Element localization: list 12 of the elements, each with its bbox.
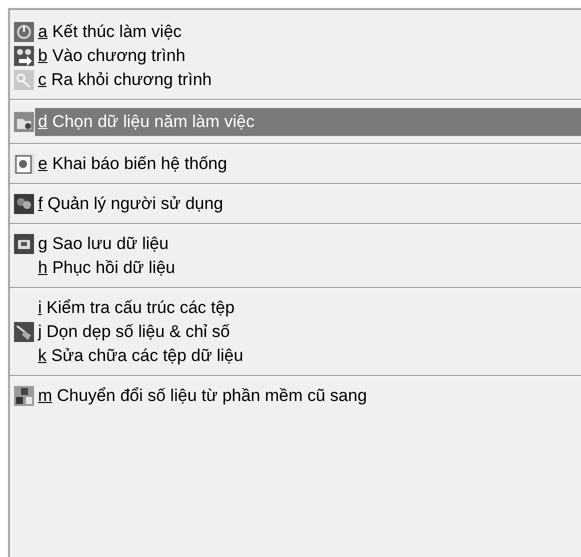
menu-item[interactable]: k Sửa chữa các tệp dữ liệu xyxy=(35,344,248,368)
menu-item[interactable]: f Quản lý người sử dụng xyxy=(35,192,228,216)
menu-item[interactable]: g Sao lưu dữ liệu xyxy=(35,232,173,256)
menu-item[interactable]: d Chọn dữ liệu năm làm việc xyxy=(35,108,581,136)
menu-item[interactable]: c Ra khỏi chương trình xyxy=(35,68,216,92)
menu-item[interactable]: b Vào chương trình xyxy=(35,44,190,68)
menu-item[interactable]: a Kết thúc làm việc xyxy=(35,20,186,44)
menu-item[interactable]: i Kiểm tra cấu trúc các tệp xyxy=(35,296,239,320)
menu-item[interactable]: j Dọn dẹp số liệu & chỉ số xyxy=(35,320,234,344)
menu-item[interactable]: h Phục hồi dữ liệu xyxy=(35,256,180,280)
menu-item[interactable]: m Chuyển đổi số liệu từ phần mềm cũ sang xyxy=(35,384,371,408)
menu-item[interactable]: e Khai báo biến hệ thống xyxy=(35,152,232,176)
